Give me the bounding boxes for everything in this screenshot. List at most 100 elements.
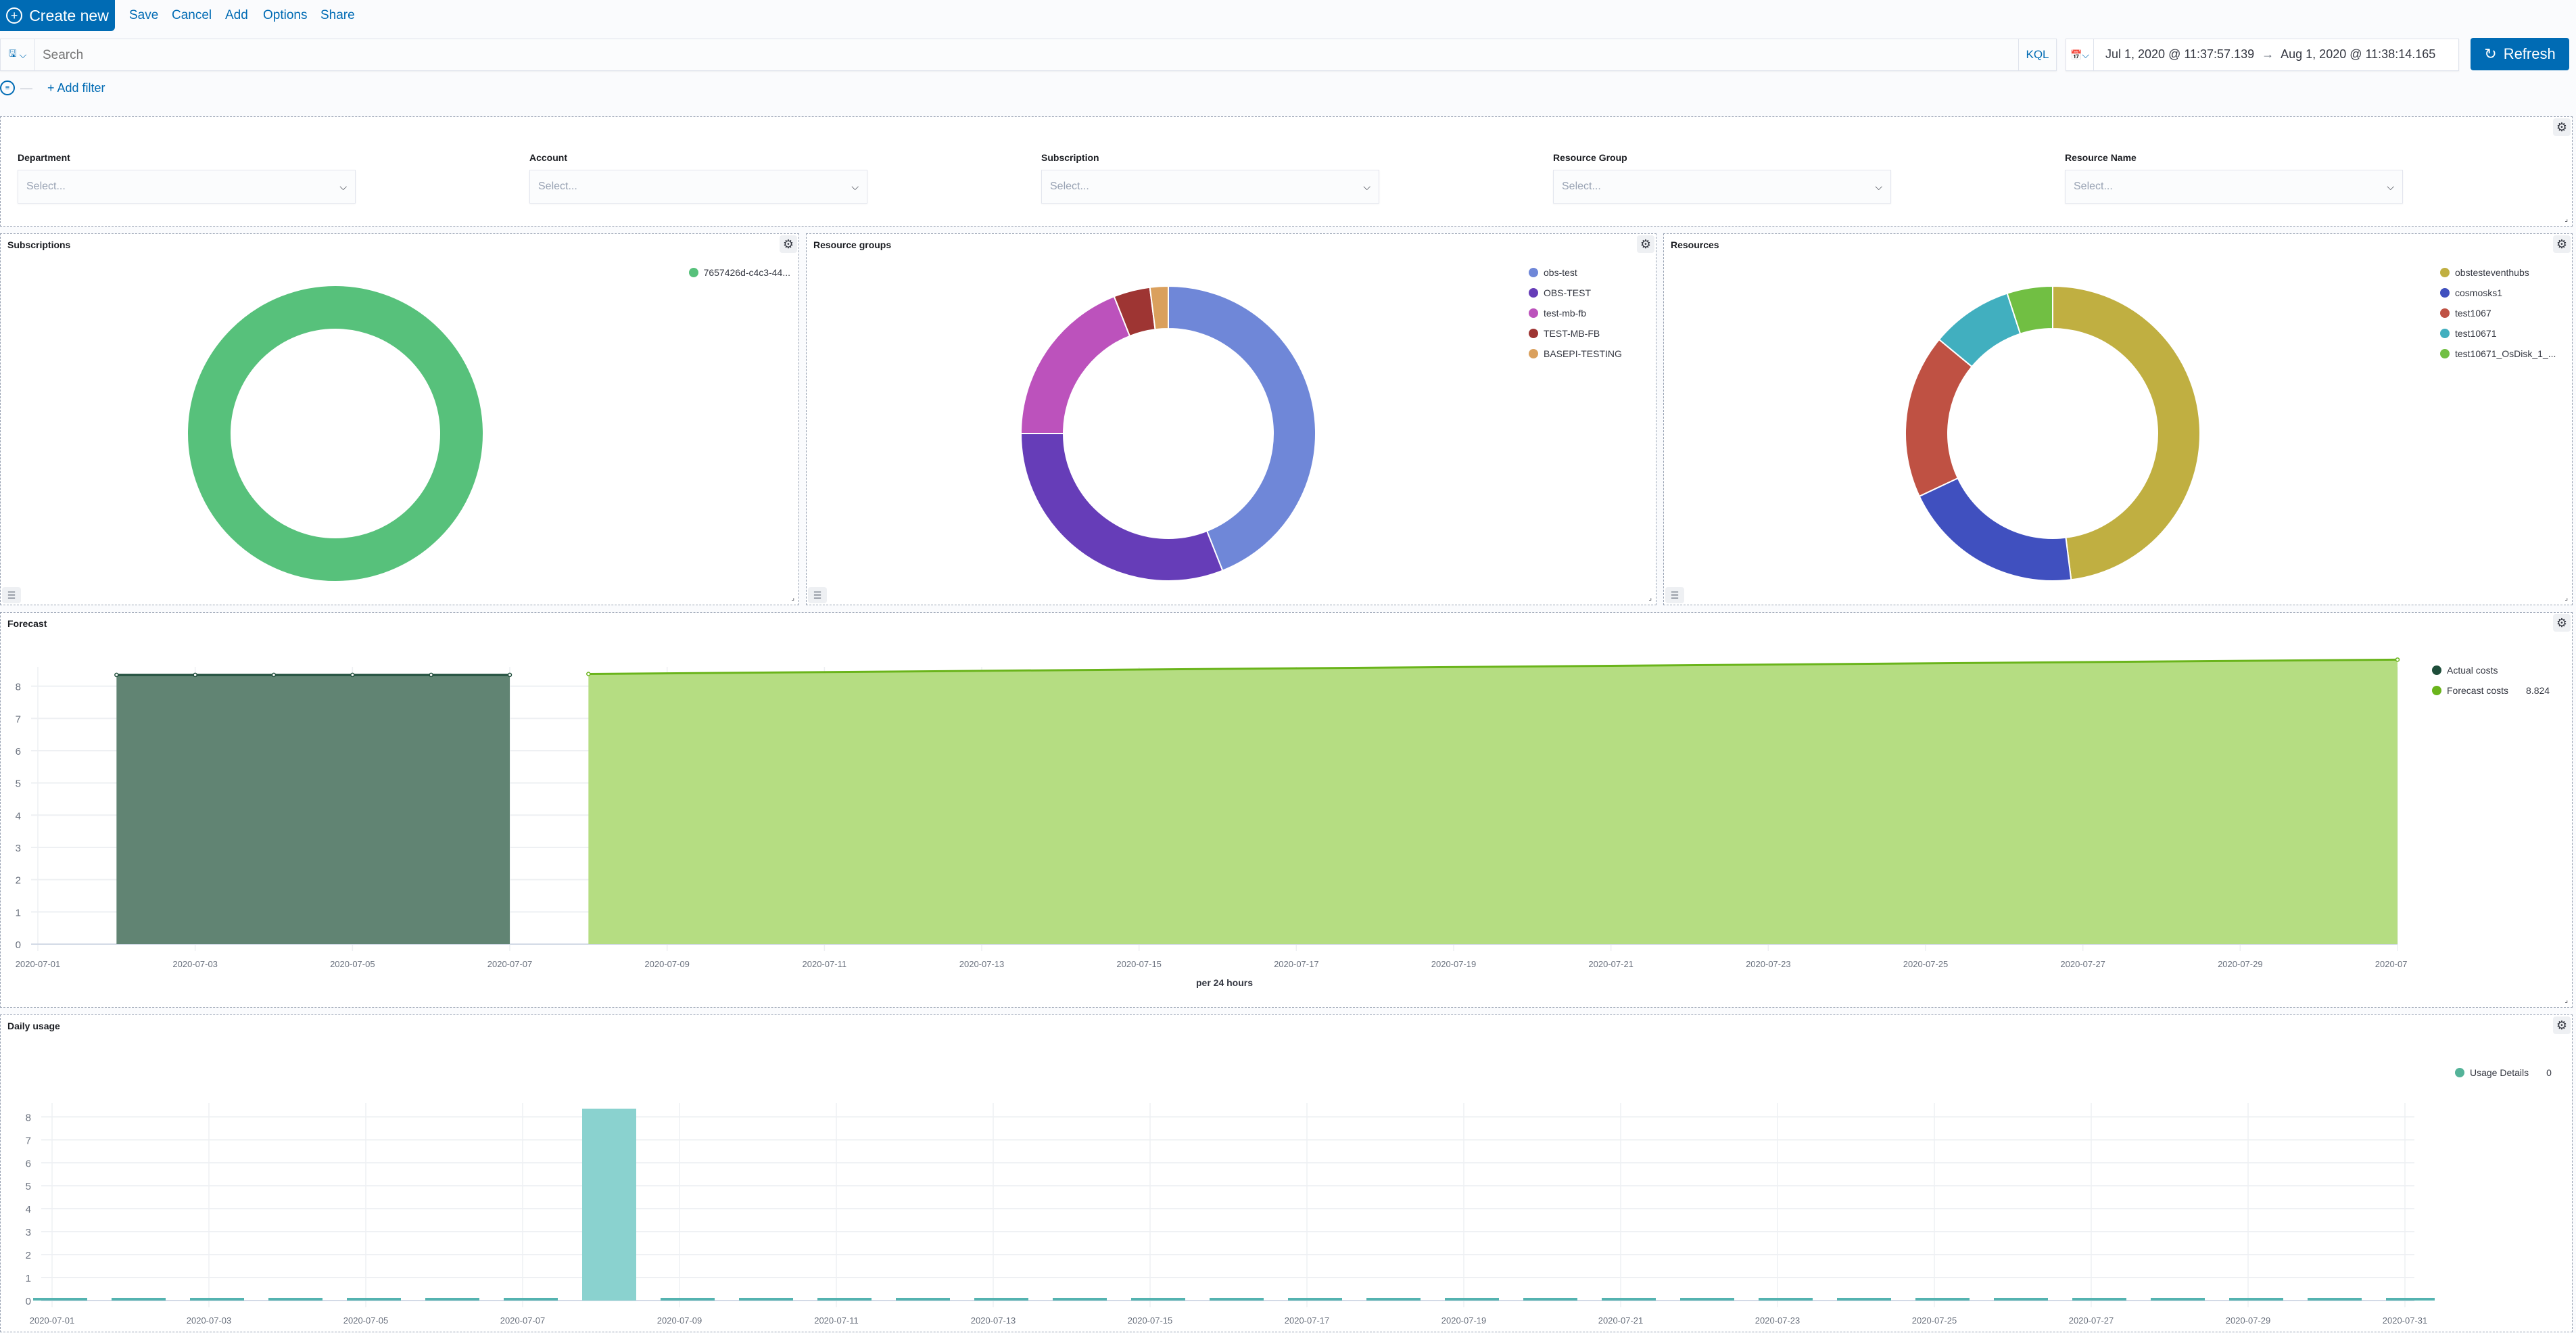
legend-item[interactable]: BASEPI-TESTING — [1529, 344, 1622, 364]
x-tick-label: 2020-07-19 — [1441, 1315, 1487, 1326]
resources-donut — [1905, 285, 2201, 582]
data-point — [350, 672, 355, 678]
bar-2020-07-24 — [1837, 1298, 1891, 1301]
resources-panel: Resources ⚙ obstesteventhubs cosmosks1 tes… — [1663, 233, 2573, 605]
kql-toggle[interactable]: KQL — [2018, 39, 2056, 70]
resize-handle[interactable]: ⌟ — [2565, 594, 2568, 602]
filter-bar: ≡ — + Add filter — [0, 80, 105, 96]
legend-label: TEST-MB-FB — [1544, 328, 1600, 339]
legend-item[interactable]: OBS-TEST — [1529, 283, 1622, 303]
legend-item[interactable]: cosmosks1 — [2440, 283, 2556, 303]
panel-options-gear-icon[interactable]: ⚙ — [2553, 118, 2571, 136]
panel-options-gear-icon[interactable]: ⚙ — [780, 235, 797, 253]
legend-value: 8.824 — [2526, 685, 2550, 696]
legend-toggle-icon[interactable]: ☰ — [1665, 587, 1684, 603]
bar-2020-07-31 — [2386, 1298, 2435, 1301]
legend-dot-icon — [1529, 329, 1538, 338]
chevron-down-icon: ⌵ — [1363, 181, 1370, 192]
subscriptions-panel: Subscriptions ⚙ 7657426d-c4c3-44... ☰ ⌟ — [0, 233, 799, 605]
date-start[interactable]: Jul 1, 2020 @ 11:37:57.139 — [2105, 47, 2254, 61]
resize-handle[interactable]: ⌟ — [1648, 594, 1652, 602]
date-range[interactable]: Jul 1, 2020 @ 11:37:57.139 → Aug 1, 2020… — [2105, 47, 2435, 62]
control-label: Resource Name — [2065, 152, 2137, 163]
calendar-icon: 📅 — [2070, 49, 2082, 60]
x-tick-label: 2020-07-27 — [2060, 959, 2105, 969]
legend-item[interactable]: 7657426d-c4c3-44... — [688, 262, 790, 283]
search-input[interactable] — [41, 39, 2005, 72]
panel-options-gear-icon[interactable]: ⚙ — [1637, 235, 1654, 253]
x-tick-label: 2020-07-03 — [172, 959, 218, 969]
options-link[interactable]: Options — [263, 8, 307, 23]
legend-toggle-icon[interactable]: ☰ — [2, 587, 21, 603]
date-quick-menu-button[interactable]: 📅 ⌵ — [2066, 39, 2094, 70]
legend-item[interactable]: test10671 — [2440, 323, 2556, 344]
bar-2020-07-23 — [1759, 1298, 1813, 1301]
bar-2020-07-18 — [1366, 1298, 1421, 1301]
resize-handle[interactable]: ⌟ — [2565, 997, 2568, 1004]
panel-options-gear-icon[interactable]: ⚙ — [2553, 614, 2571, 632]
resize-handle[interactable]: ⌟ — [791, 594, 794, 602]
legend-item[interactable]: Usage Details 0 — [2455, 1062, 2552, 1083]
date-end[interactable]: Aug 1, 2020 @ 11:38:14.165 — [2281, 47, 2435, 61]
daily-usage-chart: 0 1 2 3 4 5 6 7 8 2020-07-01 2020-07-03 2020-07-05 2… — [26, 1103, 2435, 1326]
account-select[interactable]: Select... ⌵ — [529, 170, 867, 204]
refresh-button[interactable]: ↻ Refresh — [2471, 38, 2569, 70]
save-link[interactable]: Save — [129, 8, 158, 23]
legend-dot-icon — [1529, 349, 1538, 358]
legend-dot-icon — [2432, 665, 2441, 675]
legend-toggle-icon[interactable]: ☰ — [808, 587, 827, 603]
saved-query-button[interactable]: 🖫 ⌵ — [1, 39, 35, 70]
chevron-down-icon: ⌵ — [1875, 181, 1882, 192]
x-tick-label: 2020-07-13 — [959, 959, 1005, 969]
department-select[interactable]: Select... ⌵ — [18, 170, 356, 204]
filter-options-icon[interactable]: ≡ — [0, 80, 15, 95]
pie-slice-obstesteventhubs — [2052, 285, 2201, 581]
x-tick-label: 2020-07-15 — [1116, 959, 1162, 969]
legend-item[interactable]: test-mb-fb — [1529, 303, 1622, 323]
data-point — [114, 672, 119, 678]
resource-group-select[interactable]: Select... ⌵ — [1553, 170, 1891, 204]
x-tick-label: 2020-07-29 — [2218, 959, 2263, 969]
legend-label: test1067 — [2455, 308, 2491, 319]
y-tick-label: 2 — [16, 875, 21, 887]
x-tick-label: 2020-07-25 — [1912, 1315, 1957, 1326]
legend-item[interactable]: Forecast costs 8.824 — [2432, 680, 2550, 701]
resource-groups-donut — [1020, 285, 1316, 582]
legend-item[interactable]: test10671_OsDisk_1_... — [2440, 344, 2556, 364]
bar-2020-07-05 — [347, 1298, 401, 1301]
subscription-select[interactable]: Select... ⌵ — [1041, 170, 1379, 204]
x-tick-label: 2020-07-27 — [2069, 1315, 2114, 1326]
pie-slice-test-mb-fb — [1020, 296, 1131, 434]
x-tick-label: 2020-07-17 — [1274, 959, 1319, 969]
legend-item[interactable]: Actual costs — [2432, 660, 2550, 680]
legend-label: test10671_OsDisk_1_... — [2455, 348, 2556, 359]
add-filter-link[interactable]: + Add filter — [47, 81, 105, 95]
bar-2020-07-22 — [1680, 1298, 1734, 1301]
x-tick-label: 2020-07-07 — [487, 959, 533, 969]
bar-2020-07-08 — [582, 1108, 636, 1301]
y-tick-label: 7 — [16, 714, 21, 725]
panel-options-gear-icon[interactable]: ⚙ — [2553, 1016, 2571, 1034]
pie-slice-obs-test — [1020, 433, 1224, 582]
create-new-button[interactable]: + Create new — [0, 0, 115, 31]
chevron-down-icon: ⌵ — [851, 181, 859, 192]
x-tick-label: 2020-07-17 — [1285, 1315, 1330, 1326]
share-link[interactable]: Share — [320, 8, 355, 23]
legend-item[interactable]: test1067 — [2440, 303, 2556, 323]
legend-dot-icon — [2432, 686, 2441, 695]
legend-item[interactable]: obstesteventhubs — [2440, 262, 2556, 283]
add-link[interactable]: Add — [225, 8, 248, 23]
bar-2020-07-14 — [1053, 1298, 1107, 1301]
legend-item[interactable]: obs-test — [1529, 262, 1622, 283]
legend-item[interactable]: TEST-MB-FB — [1529, 323, 1622, 344]
x-tick-label: 2020-07-23 — [1746, 959, 1791, 969]
legend-dot-icon — [1529, 268, 1538, 277]
y-tick-label: 3 — [16, 843, 21, 854]
x-tick-label: 2020-07-21 — [1598, 1315, 1644, 1326]
resize-handle[interactable]: ⌟ — [2565, 216, 2568, 223]
panel-options-gear-icon[interactable]: ⚙ — [2553, 235, 2571, 253]
cancel-link[interactable]: Cancel — [172, 8, 212, 23]
resource-name-select[interactable]: Select... ⌵ — [2065, 170, 2403, 204]
data-point — [429, 672, 433, 678]
x-tick-label: 2020-07-09 — [644, 959, 690, 969]
